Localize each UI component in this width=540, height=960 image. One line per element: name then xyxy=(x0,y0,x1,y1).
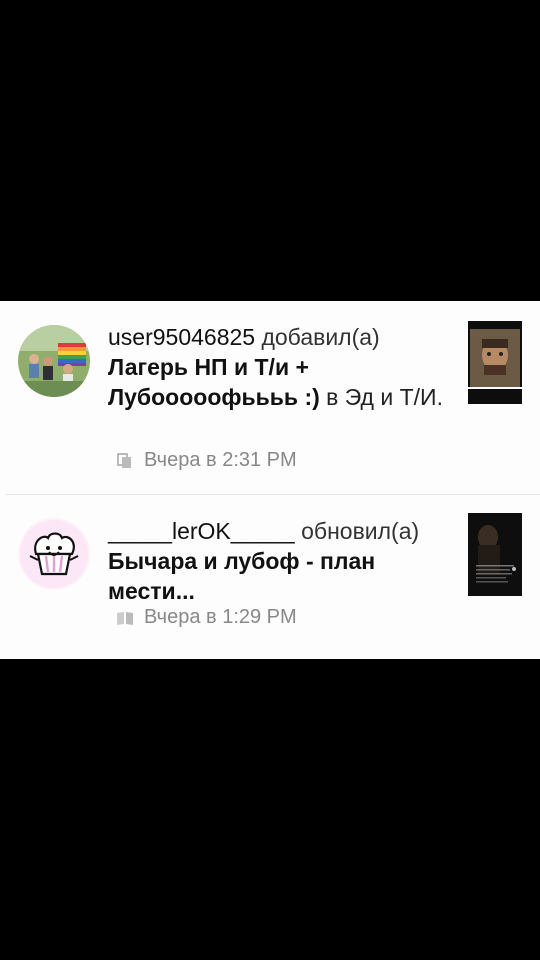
user-avatar[interactable] xyxy=(18,518,90,590)
timestamp: Вчера в 1:29 PM xyxy=(144,606,297,628)
notification-text: user95046825 добавил(а) Лагерь НП и Т/и … xyxy=(108,322,443,412)
notification-item[interactable]: _____lerOK_____ обновил(а) Бычара и лубо… xyxy=(0,496,540,659)
story-cover[interactable] xyxy=(468,321,522,404)
divider xyxy=(6,494,540,495)
story-title-link[interactable]: Лагерь НП и Т/и + Лубооооофьььь :) xyxy=(108,354,320,410)
story-title-link[interactable]: Бычара и лубоф - план мести... xyxy=(108,548,375,604)
connector-text: в xyxy=(326,384,339,410)
story-cover[interactable] xyxy=(468,513,522,596)
reading-list-link[interactable]: Эд и Т/И. xyxy=(345,384,443,410)
username-link[interactable]: _____lerOK_____ xyxy=(108,518,295,544)
timestamp: Вчера в 2:31 PM xyxy=(144,449,297,471)
action-text: добавил(а) xyxy=(261,324,380,350)
user-avatar[interactable] xyxy=(18,325,90,397)
notification-text: _____lerOK_____ обновил(а) Бычара и лубо… xyxy=(108,516,443,606)
username-link[interactable]: user95046825 xyxy=(108,324,255,350)
notification-item[interactable]: user95046825 добавил(а) Лагерь НП и Т/и … xyxy=(0,301,540,494)
timestamp-row: Вчера в 1:29 PM xyxy=(116,606,297,629)
timestamp-row: Вчера в 2:31 PM xyxy=(116,449,297,472)
copy-icon xyxy=(117,452,131,468)
action-text: обновил(а) xyxy=(301,518,420,544)
notifications-panel: user95046825 добавил(а) Лагерь НП и Т/и … xyxy=(0,301,540,659)
book-icon xyxy=(117,611,133,625)
